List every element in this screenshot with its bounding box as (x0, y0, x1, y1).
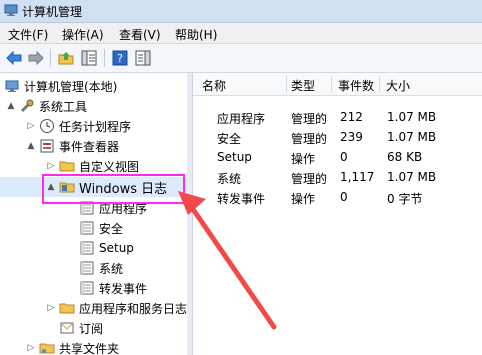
list-row[interactable]: 应用程序 管理的 212 1.07 MB (193, 107, 482, 127)
menu-view[interactable]: 查看(V) (117, 25, 163, 44)
menu-file[interactable]: 文件(F) (6, 25, 50, 44)
tree-item-label: 安全 (99, 221, 124, 236)
expand-arrow-icon[interactable]: ▷ (46, 161, 56, 171)
help-button[interactable]: ? (110, 48, 130, 68)
window-title: 计算机管理 (22, 5, 83, 19)
console-tree: 计算机管理(本地) ▲ 系统工具 ▷ 任务计划程序 ▲ 事件查看器 ▷ 自定义视… (0, 73, 188, 355)
cell-type: 管理的 (291, 112, 328, 126)
tree-item-task-scheduler[interactable]: ▷ 任务计划程序 (0, 116, 187, 136)
show-hide-action-pane-button[interactable] (133, 48, 153, 68)
forward-button[interactable] (26, 48, 46, 68)
column-header-name[interactable]: 名称 (202, 77, 226, 94)
column-header-type[interactable]: 类型 (291, 77, 315, 94)
column-header-size[interactable]: 大小 (386, 77, 410, 94)
forward-arrow-icon (28, 51, 44, 65)
tree-item-label: 系统 (99, 261, 124, 276)
expand-arrow-icon[interactable]: ▷ (46, 303, 56, 313)
tree-item-label: 系统工具 (39, 99, 88, 114)
annotation-arrow-icon (178, 191, 277, 330)
list-row[interactable]: 系统 管理的 1,117 1.07 MB (193, 167, 482, 187)
toolbar-separator (104, 49, 105, 67)
column-divider[interactable] (331, 76, 332, 92)
menu-help[interactable]: 帮助(H) (173, 25, 219, 44)
console-tree-icon (81, 50, 97, 66)
tree-item-label: 转发事件 (99, 281, 148, 296)
up-folder-button[interactable] (56, 48, 76, 68)
menu-action[interactable]: 操作(A) (60, 25, 106, 44)
cell-type: 管理的 (291, 132, 328, 146)
folder-icon (59, 300, 75, 316)
column-divider[interactable] (379, 76, 380, 92)
show-hide-console-tree-button[interactable] (79, 48, 99, 68)
expand-arrow-icon[interactable]: ▷ (26, 121, 36, 131)
log-icon (79, 280, 95, 296)
cell-size: 1.07 MB (387, 170, 437, 184)
tree-item-label: 订阅 (79, 321, 104, 336)
cell-size: 1.07 MB (387, 130, 437, 144)
cell-size: 68 KB (387, 150, 423, 164)
log-icon (79, 240, 95, 256)
cell-name: Setup (217, 150, 252, 164)
tree-item-subscriptions[interactable]: 订阅 (0, 318, 187, 338)
back-button[interactable] (4, 48, 24, 68)
svg-text:?: ? (117, 52, 123, 65)
shared-folder-icon (39, 340, 55, 355)
column-header-count[interactable]: 事件数 (338, 77, 374, 94)
tree-item-security-log[interactable]: 安全 (0, 218, 187, 238)
tree-item-label: 共享文件夹 (59, 341, 120, 355)
column-divider[interactable] (286, 76, 287, 92)
cell-type: 操作 (291, 192, 316, 206)
tree-item-label: 计算机管理(本地) (24, 79, 118, 94)
cell-count: 1,117 (340, 170, 375, 184)
cell-name: 安全 (217, 132, 242, 146)
tree-item-event-viewer[interactable]: ▲ 事件查看器 (0, 136, 187, 156)
cell-count: 239 (340, 130, 363, 144)
computer-management-icon (4, 4, 18, 16)
back-arrow-icon (6, 51, 22, 65)
log-icon (79, 220, 95, 236)
cell-type: 操作 (291, 152, 316, 166)
cell-count: 0 (340, 150, 348, 164)
toolbar-separator (50, 49, 51, 67)
cell-size: 1.07 MB (387, 110, 437, 124)
highlight-box (42, 174, 185, 204)
tree-item-custom-views[interactable]: ▷ 自定义视图 (0, 156, 187, 176)
tree-item-label: 自定义视图 (79, 159, 140, 174)
cell-type: 管理的 (291, 172, 328, 186)
action-pane-icon (135, 50, 151, 66)
title-bar: 计算机管理 (0, 0, 482, 23)
folder-up-icon (58, 52, 74, 65)
tree-item-computer-management[interactable]: 计算机管理(本地) (0, 76, 187, 96)
toolbar: ? (0, 44, 482, 73)
cell-size: 0 字节 (387, 192, 423, 206)
cell-count: 212 (340, 110, 363, 124)
cell-count: 0 (340, 190, 348, 204)
list-header: 名称 类型 事件数 大小 (193, 73, 482, 96)
cell-name: 应用程序 (217, 112, 266, 126)
tools-icon (19, 98, 35, 114)
log-icon (79, 260, 95, 276)
tree-item-label: Setup (99, 241, 134, 255)
tree-item-shared-folders[interactable]: ▷ 共享文件夹 (0, 338, 187, 355)
tree-item-label: 任务计划程序 (59, 119, 132, 134)
computer-icon (4, 78, 20, 94)
list-row[interactable]: 安全 管理的 239 1.07 MB (193, 127, 482, 147)
collapse-arrow-icon[interactable]: ▲ (26, 141, 36, 151)
tree-item-forwarded-events-log[interactable]: 转发事件 (0, 278, 187, 298)
tree-item-label: 事件查看器 (59, 139, 120, 154)
tree-item-system-log[interactable]: 系统 (0, 258, 187, 278)
folder-icon (59, 158, 75, 174)
clock-icon (39, 118, 55, 134)
tree-item-system-tools[interactable]: ▲ 系统工具 (0, 96, 187, 116)
menu-bar: 文件(F) 操作(A) 查看(V) 帮助(H) (0, 23, 482, 44)
collapse-arrow-icon[interactable]: ▲ (6, 101, 16, 111)
subscription-icon (59, 320, 75, 336)
tree-item-app-service-logs[interactable]: ▷ 应用程序和服务日志 (0, 298, 187, 318)
list-row[interactable]: Setup 操作 0 68 KB (193, 147, 482, 167)
event-viewer-icon (39, 138, 55, 154)
tree-item-setup-log[interactable]: Setup (0, 238, 187, 258)
expand-arrow-icon[interactable]: ▷ (26, 343, 36, 353)
help-icon: ? (112, 50, 128, 66)
